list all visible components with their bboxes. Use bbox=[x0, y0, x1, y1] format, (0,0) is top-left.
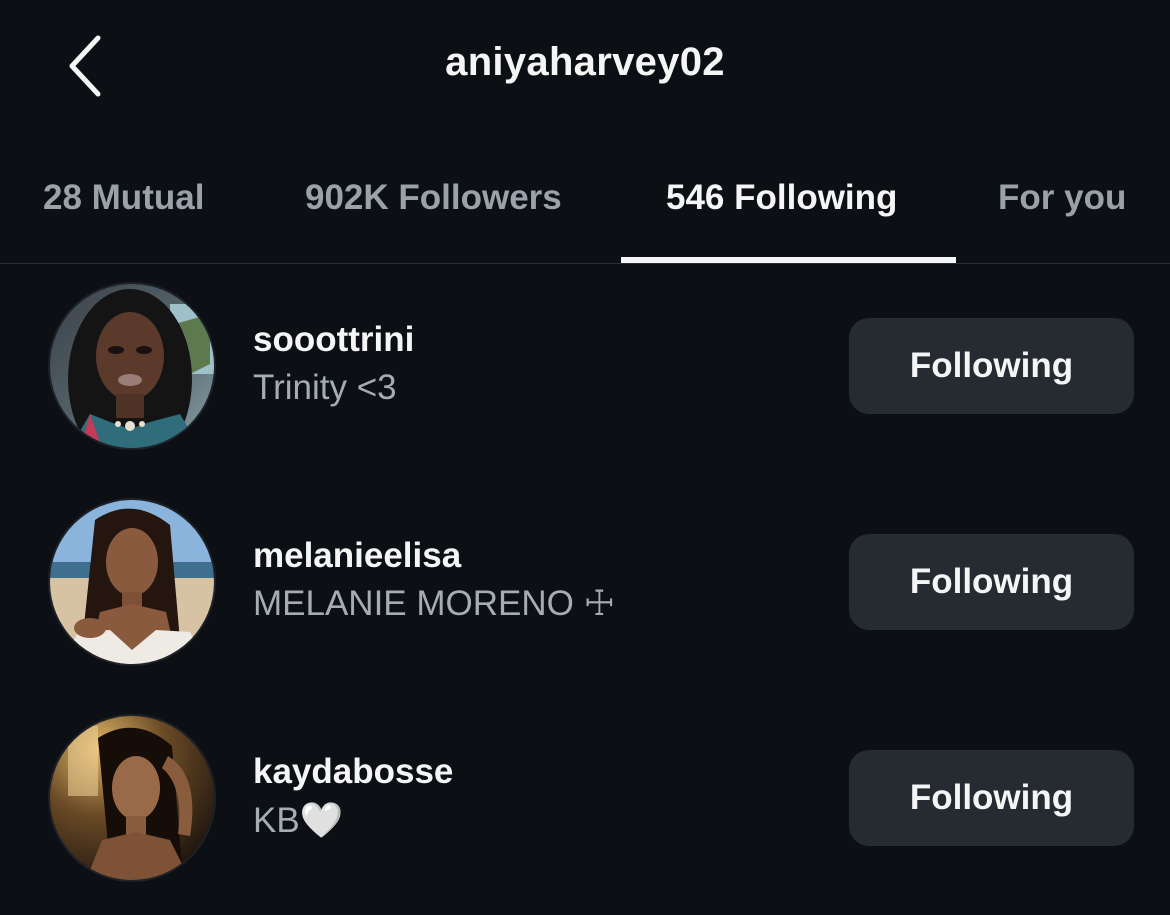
tab-bar: 28 Mutual 902K Followers 546 Following F… bbox=[0, 140, 1170, 264]
avatar[interactable] bbox=[48, 498, 216, 666]
tab-following[interactable]: 546 Following bbox=[666, 178, 897, 218]
full-name: Trinity <3 bbox=[253, 368, 397, 407]
following-button[interactable]: Following bbox=[849, 534, 1134, 630]
tab-mutual[interactable]: 28 Mutual bbox=[43, 178, 204, 218]
tab-for-you[interactable]: For you bbox=[998, 178, 1126, 218]
avatar[interactable] bbox=[48, 714, 216, 882]
active-tab-indicator bbox=[621, 257, 956, 263]
list-item[interactable]: melanieelisa MELANIE MORENO ☩ Following bbox=[0, 498, 1170, 668]
list-item[interactable]: kaydabosse KB🤍 Following bbox=[0, 714, 1170, 884]
following-button[interactable]: Following bbox=[849, 318, 1134, 414]
tab-followers[interactable]: 902K Followers bbox=[305, 178, 562, 218]
full-name: MELANIE MORENO ☩ bbox=[253, 584, 615, 623]
page-title: aniyaharvey02 bbox=[445, 40, 725, 84]
full-name: KB🤍 bbox=[253, 801, 344, 840]
top-bar: aniyaharvey02 bbox=[0, 0, 1170, 140]
avatar[interactable] bbox=[48, 282, 216, 450]
list-item[interactable]: sooottrini Trinity <3 Following bbox=[0, 282, 1170, 452]
username[interactable]: sooottrini bbox=[253, 320, 414, 360]
username[interactable]: melanieelisa bbox=[253, 536, 461, 576]
following-button[interactable]: Following bbox=[849, 750, 1134, 846]
username[interactable]: kaydabosse bbox=[253, 752, 453, 792]
